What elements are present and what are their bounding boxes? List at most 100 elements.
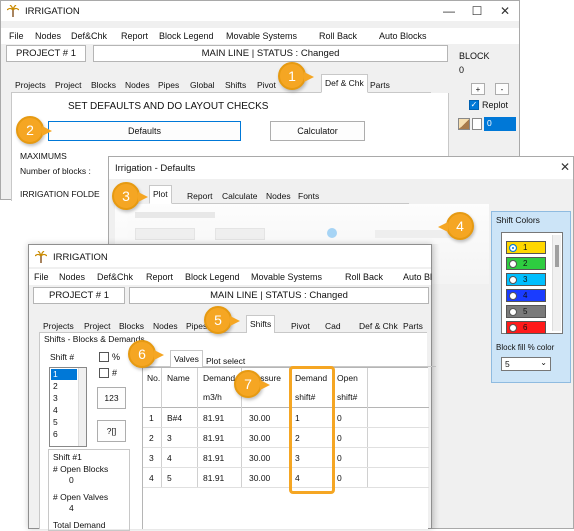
menu-roll-back[interactable]: Roll Back <box>319 31 357 41</box>
blank-color-swatch[interactable] <box>472 118 482 130</box>
shift-color-1[interactable]: 1 <box>506 241 546 254</box>
list-item[interactable]: 4 <box>53 405 58 415</box>
tab-nodes[interactable]: Nodes <box>149 317 182 333</box>
shift-color-list[interactable]: 1 2 3 4 5 6 <box>501 232 563 334</box>
add-block-button[interactable]: + <box>471 83 485 95</box>
tab-pivot[interactable]: Pivot <box>253 76 280 92</box>
shift-color-2[interactable]: 2 <box>506 257 546 270</box>
shift-color-6[interactable]: 6 <box>506 321 546 334</box>
callout-7: 7 <box>234 370 270 398</box>
cell-demand: 81.91 <box>203 473 225 483</box>
tab-shifts[interactable]: Shifts <box>246 315 276 334</box>
cell-pressure: 30.00 <box>249 413 271 423</box>
tab-strip: Projects Project Blocks Nodes Pipes Glob… <box>11 74 431 93</box>
scroll-thumb[interactable] <box>555 245 559 267</box>
tab-blocks[interactable]: Blocks <box>115 317 148 333</box>
shift-number-label: Shift # <box>50 352 75 362</box>
brush-icon[interactable] <box>458 118 470 130</box>
shift-listbox[interactable]: 1 2 3 4 5 6 <box>49 367 87 447</box>
table-row[interactable]: 4 5 81.91 30.00 4 0 <box>143 468 429 488</box>
tab-calculate[interactable]: Calculate <box>218 187 261 203</box>
tab-plot-select[interactable]: Plot select <box>202 352 249 368</box>
menu-auto-blocks[interactable]: Auto Blocks <box>379 31 427 41</box>
percent-label: % <box>112 352 121 362</box>
tab-nodes[interactable]: Nodes <box>121 76 154 92</box>
menu-movable-systems[interactable]: Movable Systems <box>251 272 322 282</box>
front-title-bar: IRRIGATION <box>29 245 431 267</box>
menu-block-legend[interactable]: Block Legend <box>185 272 240 282</box>
menu-nodes[interactable]: Nodes <box>35 31 61 41</box>
col-name: Name <box>167 373 190 383</box>
tab-nodes-defaults[interactable]: Nodes <box>262 187 295 203</box>
tab-shifts[interactable]: Shifts <box>221 76 250 92</box>
shift-color-4[interactable]: 4 <box>506 289 546 302</box>
menu-nodes[interactable]: Nodes <box>59 272 85 282</box>
tab-plot[interactable]: Plot <box>149 185 172 204</box>
tab-blocks[interactable]: Blocks <box>87 76 120 92</box>
menu-roll-back[interactable]: Roll Back <box>345 272 383 282</box>
tab-global[interactable]: Global <box>186 76 219 92</box>
callout-5: 5 <box>204 306 240 334</box>
defaults-button[interactable]: Defaults <box>48 121 241 141</box>
list-item[interactable]: 2 <box>53 381 58 391</box>
cell-pressure: 30.00 <box>249 473 271 483</box>
count-checkbox[interactable] <box>99 368 109 378</box>
tab-project[interactable]: Project <box>80 317 114 333</box>
tab-report[interactable]: Report <box>183 187 217 203</box>
menu-movable-systems[interactable]: Movable Systems <box>226 31 297 41</box>
tab-project[interactable]: Project <box>51 76 85 92</box>
window-title: IRRIGATION <box>25 6 80 17</box>
defaults-tab-strip: Plot Report Calculate Nodes Fonts <box>149 185 409 204</box>
defaults-close-button[interactable]: ✕ <box>555 157 574 177</box>
calculator-button[interactable]: Calculator <box>270 121 365 141</box>
cell-open-shift[interactable]: 0 <box>337 413 342 423</box>
tab-parts[interactable]: Parts <box>399 317 427 333</box>
list-item-selected[interactable]: 1 <box>51 369 77 380</box>
cell-open-shift[interactable]: 0 <box>337 433 342 443</box>
remove-block-button[interactable]: - <box>495 83 509 95</box>
cell-pressure: 30.00 <box>249 453 271 463</box>
sub-tab-strip: Valves Plot select <box>136 350 436 369</box>
replot-checkbox[interactable]: ✓ <box>469 100 479 110</box>
menu-report[interactable]: Report <box>146 272 173 282</box>
cell-open-shift[interactable]: 0 <box>337 453 342 463</box>
list-scrollbar[interactable] <box>552 235 561 331</box>
menu-block-legend[interactable]: Block Legend <box>159 31 214 41</box>
tab-parts[interactable]: Parts <box>366 76 394 92</box>
close-button[interactable]: ✕ <box>489 1 521 21</box>
cell-open-shift[interactable]: 0 <box>337 473 342 483</box>
count-label: # <box>112 368 118 378</box>
tab-pivot[interactable]: Pivot <box>287 317 314 333</box>
menu-auto-blocks[interactable]: Auto Bl <box>403 272 432 282</box>
menu-report[interactable]: Report <box>121 31 148 41</box>
percent-checkbox[interactable] <box>99 352 109 362</box>
shift-color-5[interactable]: 5 <box>506 305 546 318</box>
table-row[interactable]: 1 B#4 81.91 30.00 1 0 <box>143 408 429 428</box>
list-scrollbar[interactable] <box>78 368 86 446</box>
tab-def-chk[interactable]: Def & Chk <box>321 74 368 93</box>
table-row[interactable]: 3 4 81.91 30.00 3 0 <box>143 448 429 468</box>
block-input[interactable]: 0 <box>484 117 516 131</box>
tab-def-chk[interactable]: Def & Chk <box>355 317 402 333</box>
table-row[interactable]: 2 3 81.91 30.00 2 0 <box>143 428 429 448</box>
summary-title: Shift #1 <box>53 452 82 462</box>
tab-projects[interactable]: Projects <box>11 76 50 92</box>
menu-file[interactable]: File <box>34 272 49 282</box>
block-fill-select[interactable]: 5 ⌄ <box>501 357 551 371</box>
list-item[interactable]: 6 <box>53 429 58 439</box>
query-button[interactable]: ?[] <box>97 420 126 442</box>
open-blocks-value: 0 <box>69 475 74 485</box>
number-of-blocks-label: Number of blocks : <box>20 166 91 176</box>
menu-def-chk[interactable]: Def&Chk <box>71 31 107 41</box>
list-item[interactable]: 3 <box>53 393 58 403</box>
menu-def-chk[interactable]: Def&Chk <box>97 272 133 282</box>
shift-color-3[interactable]: 3 <box>506 273 546 286</box>
list-item[interactable]: 5 <box>53 417 58 427</box>
menu-file[interactable]: File <box>9 31 24 41</box>
tab-projects[interactable]: Projects <box>39 317 78 333</box>
numbering-button[interactable]: 123 <box>97 387 126 409</box>
tab-pipes[interactable]: Pipes <box>154 76 183 92</box>
callout-1: 1 <box>278 62 314 90</box>
tab-fonts[interactable]: Fonts <box>294 187 323 203</box>
tab-cad[interactable]: Cad <box>321 317 345 333</box>
